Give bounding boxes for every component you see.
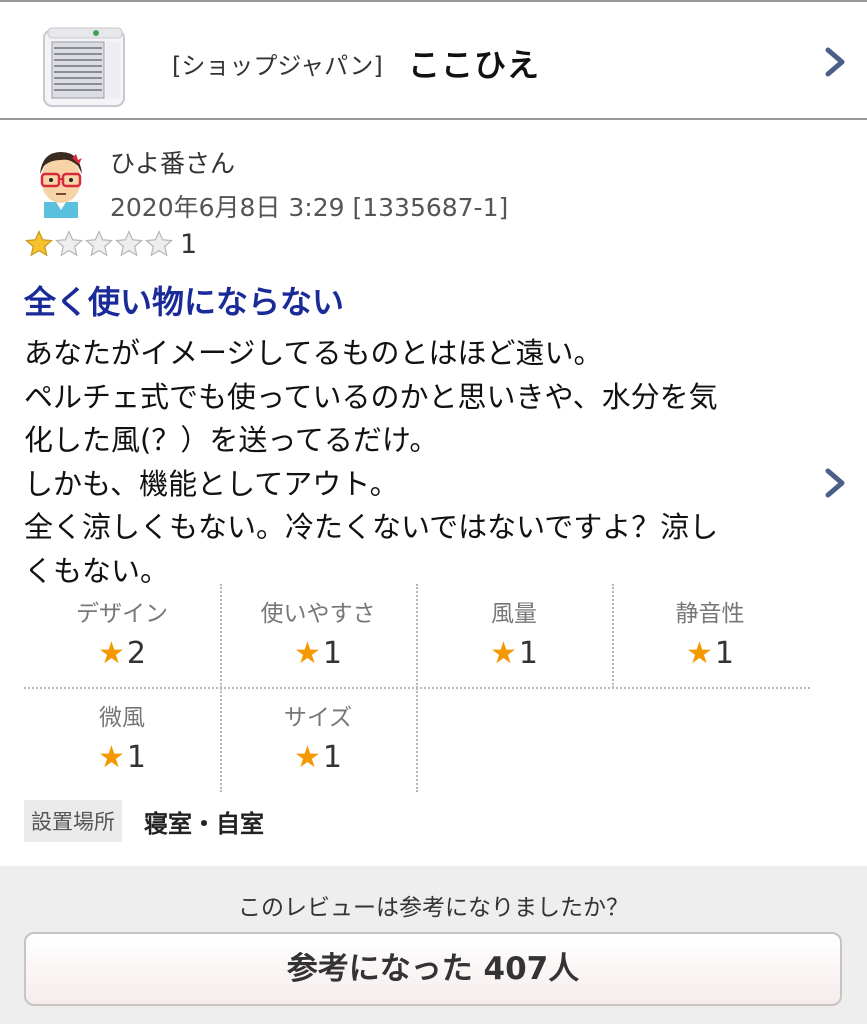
helpful-question: このレビューは参考になりましたか？ <box>238 895 629 921</box>
rating-usability: 使いやすさ ★1 <box>220 584 416 688</box>
star-icon: ★ <box>490 636 517 671</box>
chevron-right-icon[interactable] <box>824 468 846 498</box>
helpful-button[interactable]: 参考になった 407人 <box>24 932 842 1006</box>
star-empty-icon <box>84 229 114 257</box>
rating-score: 1 <box>322 740 342 775</box>
rating-value: ★1 <box>416 636 612 671</box>
star-filled-icon <box>24 229 54 257</box>
star-icon: ★ <box>294 636 321 671</box>
review-body-line: あなたがイメージしてるものとはほど遠い。 <box>24 336 603 370</box>
rating-score: 1 <box>518 636 538 671</box>
rating-label: 微風 <box>99 705 145 731</box>
star-icon: ★ <box>294 740 321 775</box>
rating-label: 風量 <box>491 601 537 627</box>
review-body-line: 化した風(？）を送ってるだけ。 <box>24 423 439 457</box>
rating-size: サイズ ★1 <box>220 688 416 792</box>
rating-quietness: 静音性 ★1 <box>612 584 808 688</box>
rating-label: 静音性 <box>675 601 745 627</box>
location-value: 寝室・自室 <box>144 810 264 838</box>
product-name: ここひえ <box>408 46 541 84</box>
rating-score: 2 <box>126 636 146 671</box>
star-icon: ★ <box>98 636 125 671</box>
shop-name: [ショップジャパン] <box>172 52 383 80</box>
product-thumbnail <box>43 27 125 107</box>
rating-label: サイズ <box>283 705 353 731</box>
rating-breeze: 微風 ★1 <box>24 688 220 792</box>
star-icon: ★ <box>98 740 125 775</box>
star-empty-icon <box>54 229 84 257</box>
rating-value: ★1 <box>220 636 416 671</box>
rating-score: 1 <box>322 636 342 671</box>
review-body-line: しかも、機能としてアウト。 <box>24 466 399 501</box>
rating-airflow: 風量 ★1 <box>416 584 612 688</box>
review-score: 1 <box>180 228 198 260</box>
rating-value: ★2 <box>24 636 220 671</box>
product-header[interactable]: [ショップジャパン] ここひえ <box>0 2 867 120</box>
review-star-rating: 1 <box>24 228 197 260</box>
rating-value: ★1 <box>220 740 416 775</box>
rating-value: ★1 <box>612 636 808 671</box>
review-body[interactable]: あなたがイメージしてるものとはほど遠い。 ペルチェ式でも使っているのかと思いきや… <box>24 332 814 593</box>
rating-score: 1 <box>126 740 146 775</box>
star-empty-icon <box>144 229 174 257</box>
star-icon: ★ <box>686 636 713 671</box>
ratings-grid: デザイン ★2 使いやすさ ★1 風量 ★1 静音性 ★1 微風 ★1 サイズ … <box>24 584 810 792</box>
rating-score: 1 <box>714 636 734 671</box>
rating-value: ★1 <box>24 740 220 775</box>
review-title[interactable]: 全く使い物にならない <box>24 277 344 323</box>
rating-label: 使いやすさ <box>260 601 376 627</box>
helpful-section: このレビューは参考になりましたか？ 参考になった 407人 <box>0 866 867 1024</box>
location-label: 設置場所 <box>24 800 122 842</box>
reviewer-avatar[interactable] <box>30 144 92 218</box>
rating-label: デザイン <box>76 601 168 627</box>
review-body-line: 全く涼しくもない。冷たくないではないですよ？涼し <box>24 510 719 544</box>
reviewer-name[interactable]: ひよ番さん <box>110 144 235 180</box>
chevron-right-icon[interactable] <box>824 47 846 77</box>
review-body-line: ペルチェ式でも使っているのかと思いきや、水分を気 <box>24 379 718 414</box>
review-date: 2020年6月8日 3:29 [1335687-1] <box>110 193 509 222</box>
rating-design: デザイン ★2 <box>24 584 220 688</box>
star-empty-icon <box>114 229 144 257</box>
